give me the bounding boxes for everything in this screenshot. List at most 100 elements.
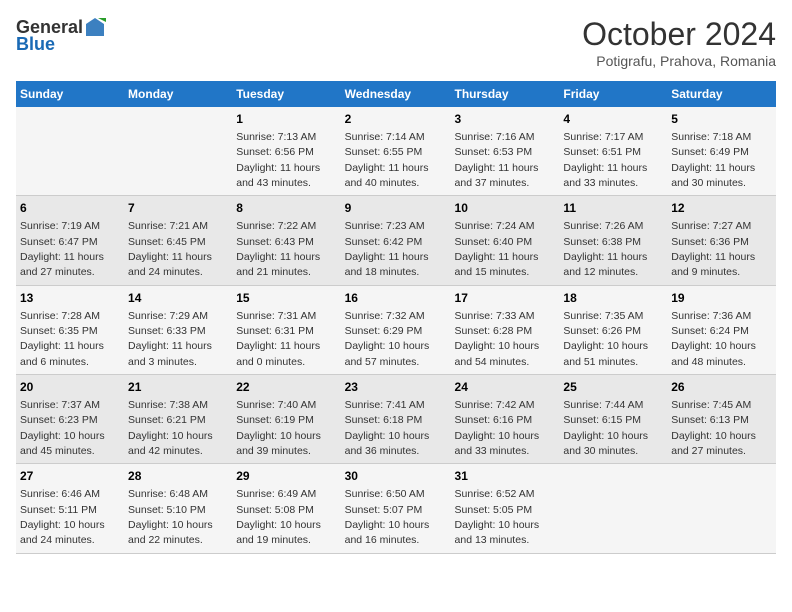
day-number: 5 [671, 111, 772, 128]
month-title: October 2024 [582, 16, 776, 53]
day-number: 23 [345, 379, 447, 396]
day-info: Sunrise: 7:14 AM Sunset: 6:55 PM Dayligh… [345, 131, 429, 189]
day-info: Sunrise: 7:42 AM Sunset: 6:16 PM Dayligh… [455, 399, 540, 457]
day-info: Sunrise: 7:26 AM Sunset: 6:38 PM Dayligh… [563, 220, 647, 278]
day-info: Sunrise: 7:28 AM Sunset: 6:35 PM Dayligh… [20, 310, 104, 368]
day-number: 19 [671, 290, 772, 307]
calendar-body: 1Sunrise: 7:13 AM Sunset: 6:56 PM Daylig… [16, 107, 776, 553]
calendar-week-row: 27 Sunrise: 6:46 AM Sunset: 5:11 PM Dayli… [16, 464, 776, 553]
logo-blue-text: Blue [16, 34, 55, 55]
calendar-cell: 20Sunrise: 7:37 AM Sunset: 6:23 PM Dayli… [16, 375, 124, 464]
day-number: 6 [20, 200, 120, 217]
calendar-cell [559, 464, 667, 553]
day-number: 11 [563, 200, 663, 217]
day-info: Sunrise: 7:45 AM Sunset: 6:13 PM Dayligh… [671, 399, 756, 457]
day-number: 14 [128, 290, 228, 307]
logo-icon [84, 16, 106, 38]
day-number: 4 [563, 111, 663, 128]
calendar-cell: 29Sunrise: 6:49 AM Sunset: 5:08 PM Dayli… [232, 464, 340, 553]
day-info: Sunrise: 7:16 AM Sunset: 6:53 PM Dayligh… [455, 131, 539, 189]
calendar-week-row: 13 Sunrise: 7:28 AM Sunset: 6:35 PM Dayli… [16, 285, 776, 374]
day-info: Sunrise: 7:41 AM Sunset: 6:18 PM Dayligh… [345, 399, 430, 457]
day-number: 9 [345, 200, 447, 217]
weekday-header: Wednesday [341, 81, 451, 107]
day-info: Sunrise: 7:44 AM Sunset: 6:15 PM Dayligh… [563, 399, 648, 457]
calendar-cell: 13 Sunrise: 7:28 AM Sunset: 6:35 PM Dayli… [16, 285, 124, 374]
calendar-cell: 9 Sunrise: 7:23 AM Sunset: 6:42 PM Daylig… [341, 196, 451, 285]
day-info: Sunrise: 6:46 AM Sunset: 5:11 PM Dayligh… [20, 488, 105, 546]
day-info: Sunrise: 7:23 AM Sunset: 6:42 PM Dayligh… [345, 220, 429, 278]
calendar-cell: 31Sunrise: 6:52 AM Sunset: 5:05 PM Dayli… [451, 464, 560, 553]
calendar-cell: 11 Sunrise: 7:26 AM Sunset: 6:38 PM Dayli… [559, 196, 667, 285]
page-header: General Blue October 2024 Potigrafu, Pra… [16, 16, 776, 69]
day-info: Sunrise: 6:49 AM Sunset: 5:08 PM Dayligh… [236, 488, 321, 546]
calendar-week-row: 20Sunrise: 7:37 AM Sunset: 6:23 PM Dayli… [16, 375, 776, 464]
day-number: 15 [236, 290, 336, 307]
calendar-cell: 14 Sunrise: 7:29 AM Sunset: 6:33 PM Dayli… [124, 285, 232, 374]
day-number: 7 [128, 200, 228, 217]
day-number: 17 [455, 290, 556, 307]
calendar-cell: 25 Sunrise: 7:44 AM Sunset: 6:15 PM Dayli… [559, 375, 667, 464]
day-info: Sunrise: 7:19 AM Sunset: 6:47 PM Dayligh… [20, 220, 104, 278]
day-number: 31 [455, 468, 556, 485]
day-number: 30 [345, 468, 447, 485]
calendar-cell: 23 Sunrise: 7:41 AM Sunset: 6:18 PM Dayli… [341, 375, 451, 464]
day-info: Sunrise: 7:29 AM Sunset: 6:33 PM Dayligh… [128, 310, 212, 368]
day-number: 22 [236, 379, 336, 396]
calendar-header: SundayMondayTuesdayWednesdayThursdayFrid… [16, 81, 776, 107]
calendar-cell: 27 Sunrise: 6:46 AM Sunset: 5:11 PM Dayli… [16, 464, 124, 553]
day-number: 13 [20, 290, 120, 307]
day-number: 20 [20, 379, 120, 396]
calendar-cell: 5Sunrise: 7:18 AM Sunset: 6:49 PM Daylig… [667, 107, 776, 196]
calendar-cell: 1Sunrise: 7:13 AM Sunset: 6:56 PM Daylig… [232, 107, 340, 196]
calendar-cell: 3 Sunrise: 7:16 AM Sunset: 6:53 PM Daylig… [451, 107, 560, 196]
day-number: 25 [563, 379, 663, 396]
calendar-cell: 28Sunrise: 6:48 AM Sunset: 5:10 PM Dayli… [124, 464, 232, 553]
calendar-cell: 17 Sunrise: 7:33 AM Sunset: 6:28 PM Dayli… [451, 285, 560, 374]
day-info: Sunrise: 7:21 AM Sunset: 6:45 PM Dayligh… [128, 220, 212, 278]
calendar-cell: 21Sunrise: 7:38 AM Sunset: 6:21 PM Dayli… [124, 375, 232, 464]
day-info: Sunrise: 7:36 AM Sunset: 6:24 PM Dayligh… [671, 310, 756, 368]
calendar-cell: 6 Sunrise: 7:19 AM Sunset: 6:47 PM Daylig… [16, 196, 124, 285]
day-number: 16 [345, 290, 447, 307]
day-info: Sunrise: 7:24 AM Sunset: 6:40 PM Dayligh… [455, 220, 539, 278]
calendar-cell: 19 Sunrise: 7:36 AM Sunset: 6:24 PM Dayli… [667, 285, 776, 374]
day-number: 26 [671, 379, 772, 396]
calendar-week-row: 6 Sunrise: 7:19 AM Sunset: 6:47 PM Daylig… [16, 196, 776, 285]
day-info: Sunrise: 7:32 AM Sunset: 6:29 PM Dayligh… [345, 310, 430, 368]
day-info: Sunrise: 7:27 AM Sunset: 6:36 PM Dayligh… [671, 220, 755, 278]
calendar-cell [667, 464, 776, 553]
calendar-cell: 30 Sunrise: 6:50 AM Sunset: 5:07 PM Dayli… [341, 464, 451, 553]
day-info: Sunrise: 7:31 AM Sunset: 6:31 PM Dayligh… [236, 310, 320, 368]
day-info: Sunrise: 7:35 AM Sunset: 6:26 PM Dayligh… [563, 310, 648, 368]
day-number: 10 [455, 200, 556, 217]
weekday-header: Thursday [451, 81, 560, 107]
day-info: Sunrise: 7:22 AM Sunset: 6:43 PM Dayligh… [236, 220, 320, 278]
day-number: 18 [563, 290, 663, 307]
day-number: 2 [345, 111, 447, 128]
calendar-cell [124, 107, 232, 196]
title-block: October 2024 Potigrafu, Prahova, Romania [582, 16, 776, 69]
day-number: 24 [455, 379, 556, 396]
calendar-cell: 18 Sunrise: 7:35 AM Sunset: 6:26 PM Dayli… [559, 285, 667, 374]
weekday-header: Sunday [16, 81, 124, 107]
day-info: Sunrise: 7:40 AM Sunset: 6:19 PM Dayligh… [236, 399, 321, 457]
weekday-header: Tuesday [232, 81, 340, 107]
day-info: Sunrise: 7:33 AM Sunset: 6:28 PM Dayligh… [455, 310, 540, 368]
calendar-cell: 15 Sunrise: 7:31 AM Sunset: 6:31 PM Dayli… [232, 285, 340, 374]
location-subtitle: Potigrafu, Prahova, Romania [582, 53, 776, 69]
calendar-week-row: 1Sunrise: 7:13 AM Sunset: 6:56 PM Daylig… [16, 107, 776, 196]
day-number: 3 [455, 111, 556, 128]
day-number: 27 [20, 468, 120, 485]
day-info: Sunrise: 6:50 AM Sunset: 5:07 PM Dayligh… [345, 488, 430, 546]
day-number: 21 [128, 379, 228, 396]
calendar-table: SundayMondayTuesdayWednesdayThursdayFrid… [16, 81, 776, 554]
day-info: Sunrise: 6:48 AM Sunset: 5:10 PM Dayligh… [128, 488, 213, 546]
weekday-header: Monday [124, 81, 232, 107]
calendar-cell: 24 Sunrise: 7:42 AM Sunset: 6:16 PM Dayli… [451, 375, 560, 464]
header-row: SundayMondayTuesdayWednesdayThursdayFrid… [16, 81, 776, 107]
calendar-cell: 8Sunrise: 7:22 AM Sunset: 6:43 PM Daylig… [232, 196, 340, 285]
day-info: Sunrise: 7:17 AM Sunset: 6:51 PM Dayligh… [563, 131, 647, 189]
calendar-cell [16, 107, 124, 196]
calendar-cell: 12Sunrise: 7:27 AM Sunset: 6:36 PM Dayli… [667, 196, 776, 285]
